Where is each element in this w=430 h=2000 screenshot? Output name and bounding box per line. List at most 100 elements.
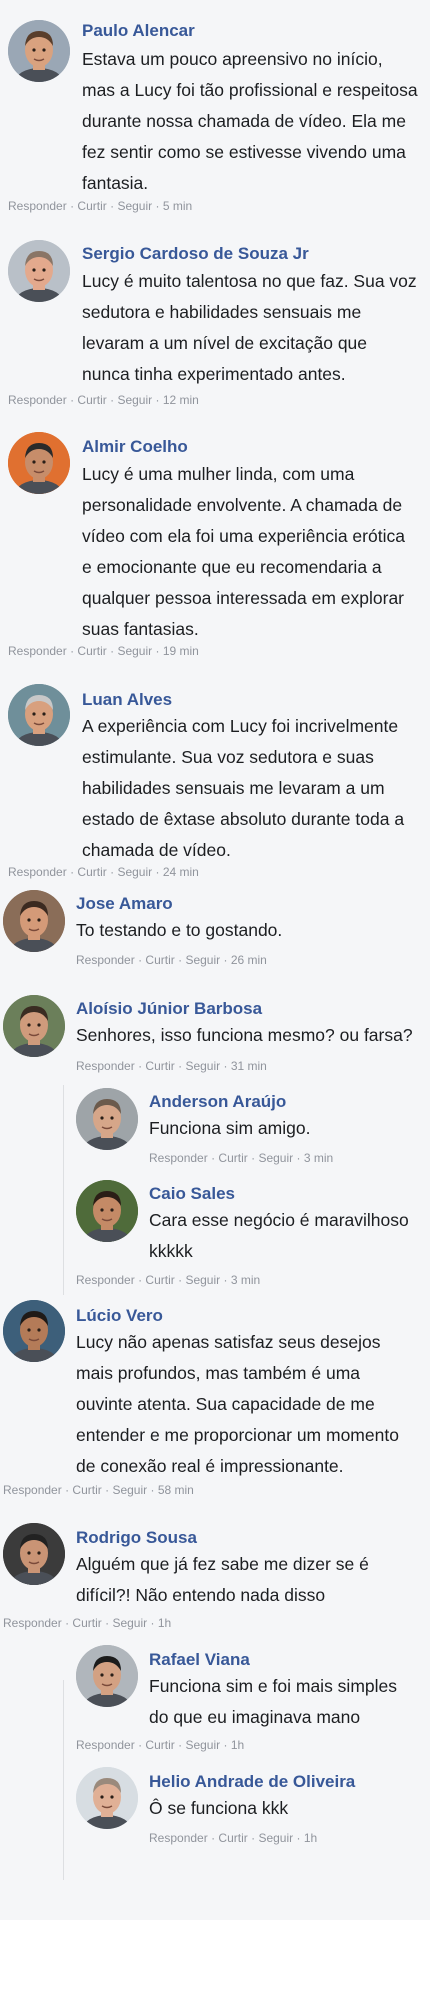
like-link[interactable]: Curtir (145, 953, 174, 967)
avatar[interactable] (76, 1645, 138, 1707)
follow-link[interactable]: Seguir (185, 953, 220, 967)
separator: · (70, 644, 75, 658)
commenter-name[interactable]: Rafael Viana (149, 1650, 250, 1670)
reply-link[interactable]: Responder (8, 393, 67, 407)
comment-text: Lucy é uma mulher linda, com uma persona… (82, 464, 405, 639)
separator: · (138, 1059, 143, 1073)
reply-link[interactable]: Responder (76, 1738, 135, 1752)
follow-link[interactable]: Seguir (117, 393, 152, 407)
commenter-name[interactable]: Rodrigo Sousa (76, 1528, 197, 1548)
timestamp: 5 min (162, 199, 193, 213)
like-link[interactable]: Curtir (145, 1738, 174, 1752)
separator: · (251, 1151, 256, 1165)
separator: · (296, 1831, 301, 1845)
separator: · (223, 1059, 228, 1073)
comment-text: Lucy não apenas satisfaz seus desejos ma… (76, 1332, 399, 1476)
separator: · (110, 393, 115, 407)
like-link[interactable]: Curtir (72, 1616, 101, 1630)
timestamp: 19 min (162, 644, 199, 658)
reply-link[interactable]: Responder (76, 1059, 135, 1073)
commenter-name[interactable]: Lúcio Vero (76, 1306, 163, 1326)
comment-text: Ô se funciona kkk (149, 1798, 289, 1818)
like-link[interactable]: Curtir (145, 1273, 174, 1287)
follow-link[interactable]: Seguir (117, 644, 152, 658)
separator: · (296, 1151, 301, 1165)
timestamp: 26 min (230, 953, 267, 967)
separator: · (70, 393, 75, 407)
commenter-name[interactable]: Sergio Cardoso de Souza Jr (82, 244, 309, 264)
commenter-name[interactable]: Paulo Alencar (82, 21, 195, 41)
separator: · (155, 644, 160, 658)
commenter-name[interactable]: Aloísio Júnior Barbosa (76, 999, 262, 1019)
like-link[interactable]: Curtir (145, 1059, 174, 1073)
reply-link[interactable]: Responder (76, 1273, 135, 1287)
separator: · (65, 1616, 70, 1630)
commenter-name[interactable]: Anderson Araújo (149, 1092, 286, 1112)
comment-actions: Responder · Curtir · Seguir · 3 min (149, 1151, 333, 1165)
commenter-name[interactable]: Almir Coelho (82, 437, 188, 457)
reply-link[interactable]: Responder (3, 1483, 62, 1497)
avatar[interactable] (3, 995, 65, 1057)
separator: · (223, 1273, 228, 1287)
follow-link[interactable]: Seguir (112, 1483, 147, 1497)
follow-link[interactable]: Seguir (185, 1738, 220, 1752)
separator: · (110, 644, 115, 658)
reply-link[interactable]: Responder (76, 953, 135, 967)
commenter-name[interactable]: Helio Andrade de Oliveira (149, 1772, 355, 1792)
commenter-name[interactable]: Luan Alves (82, 690, 172, 710)
follow-link[interactable]: Seguir (185, 1273, 220, 1287)
separator: · (155, 393, 160, 407)
reply-link[interactable]: Responder (8, 199, 67, 213)
separator: · (65, 1483, 70, 1497)
separator: · (178, 953, 183, 967)
avatar[interactable] (76, 1767, 138, 1829)
comment-actions: Responder · Curtir · Seguir · 1h (149, 1831, 317, 1845)
separator: · (105, 1483, 110, 1497)
comment-actions: Responder · Curtir · Seguir · 31 min (76, 1059, 267, 1073)
like-link[interactable]: Curtir (77, 865, 106, 879)
like-link[interactable]: Curtir (218, 1151, 247, 1165)
commenter-name[interactable]: Jose Amaro (76, 894, 173, 914)
separator: · (150, 1616, 155, 1630)
comment-text: To testando e to gostando. (76, 920, 283, 940)
like-link[interactable]: Curtir (77, 199, 106, 213)
comment-text: Senhores, isso funciona mesmo? ou farsa? (76, 1025, 413, 1045)
reply-link[interactable]: Responder (3, 1616, 62, 1630)
follow-link[interactable]: Seguir (185, 1059, 220, 1073)
commenter-name[interactable]: Caio Sales (149, 1184, 235, 1204)
avatar[interactable] (8, 20, 70, 82)
avatar[interactable] (3, 1523, 65, 1585)
timestamp: 24 min (162, 865, 199, 879)
comment-text: Funciona sim amigo. (149, 1118, 311, 1138)
avatar[interactable] (8, 432, 70, 494)
separator: · (223, 1738, 228, 1752)
separator: · (178, 1059, 183, 1073)
separator: · (178, 1738, 183, 1752)
follow-link[interactable]: Seguir (117, 865, 152, 879)
avatar[interactable] (8, 684, 70, 746)
reply-link[interactable]: Responder (149, 1831, 208, 1845)
reply-link[interactable]: Responder (8, 865, 67, 879)
separator: · (105, 1616, 110, 1630)
comment-text: Lucy é muito talentosa no que faz. Sua v… (82, 271, 417, 384)
separator: · (110, 865, 115, 879)
avatar[interactable] (8, 240, 70, 302)
like-link[interactable]: Curtir (77, 644, 106, 658)
like-link[interactable]: Curtir (72, 1483, 101, 1497)
follow-link[interactable]: Seguir (258, 1831, 293, 1845)
separator: · (150, 1483, 155, 1497)
separator: · (70, 865, 75, 879)
reply-link[interactable]: Responder (8, 644, 67, 658)
comment-actions: Responder · Curtir · Seguir · 5 min (8, 199, 192, 213)
avatar[interactable] (76, 1088, 138, 1150)
comments-feed: Paulo Alencar Estava um pouco apreensivo … (0, 0, 430, 1920)
like-link[interactable]: Curtir (218, 1831, 247, 1845)
follow-link[interactable]: Seguir (117, 199, 152, 213)
avatar[interactable] (3, 890, 65, 952)
avatar[interactable] (76, 1180, 138, 1242)
follow-link[interactable]: Seguir (258, 1151, 293, 1165)
avatar[interactable] (3, 1300, 65, 1362)
follow-link[interactable]: Seguir (112, 1616, 147, 1630)
reply-link[interactable]: Responder (149, 1151, 208, 1165)
like-link[interactable]: Curtir (77, 393, 106, 407)
